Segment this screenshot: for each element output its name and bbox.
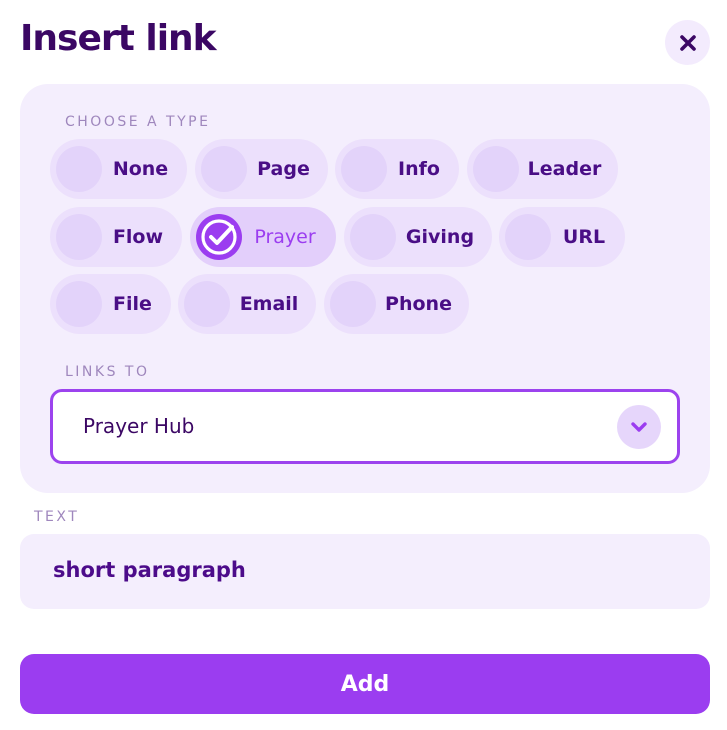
type-option-label: Phone bbox=[385, 293, 452, 315]
radio-icon bbox=[330, 281, 376, 327]
type-option-label: Flow bbox=[112, 226, 164, 248]
type-option-label: URL bbox=[562, 226, 606, 248]
type-option-url[interactable]: URL bbox=[499, 207, 625, 267]
type-option-none[interactable]: None bbox=[50, 139, 187, 199]
radio-icon bbox=[341, 146, 387, 192]
type-option-file[interactable]: File bbox=[50, 274, 171, 334]
close-button[interactable] bbox=[665, 20, 710, 65]
type-option-giving[interactable]: Giving bbox=[344, 207, 492, 267]
close-icon bbox=[679, 34, 696, 51]
type-option-label: Leader bbox=[527, 158, 602, 180]
radio-icon bbox=[56, 214, 102, 260]
dialog-title: Insert link bbox=[20, 18, 217, 59]
type-option-label: Email bbox=[239, 293, 299, 315]
links-to-select[interactable]: Prayer Hub bbox=[50, 389, 680, 464]
type-option-email[interactable]: Email bbox=[178, 274, 316, 334]
links-to-value: Prayer Hub bbox=[83, 414, 195, 438]
type-option-flow[interactable]: Flow bbox=[50, 207, 182, 267]
add-button[interactable]: Add bbox=[20, 654, 710, 714]
type-option-info[interactable]: Info bbox=[335, 139, 459, 199]
type-option-label: Prayer bbox=[254, 226, 316, 248]
type-option-label: Page bbox=[257, 158, 310, 180]
radio-icon bbox=[184, 281, 230, 327]
link-text-input[interactable]: short paragraph bbox=[20, 534, 710, 609]
choose-type-label: CHOOSE A TYPE bbox=[65, 114, 211, 130]
type-option-label: None bbox=[112, 158, 169, 180]
check-circle-icon bbox=[196, 214, 242, 260]
type-option-phone[interactable]: Phone bbox=[324, 274, 469, 334]
radio-icon bbox=[350, 214, 396, 260]
radio-icon bbox=[201, 146, 247, 192]
radio-icon bbox=[56, 146, 102, 192]
chevron-down-icon bbox=[617, 405, 661, 449]
radio-icon bbox=[505, 214, 551, 260]
links-to-label: LINKS TO bbox=[65, 364, 150, 380]
type-option-label: Giving bbox=[405, 226, 475, 248]
text-label: TEXT bbox=[34, 509, 80, 525]
type-option-label: File bbox=[113, 293, 152, 315]
type-option-page[interactable]: Page bbox=[195, 139, 328, 199]
type-option-label: Info bbox=[398, 158, 440, 180]
type-option-prayer[interactable]: Prayer bbox=[190, 207, 336, 267]
radio-icon bbox=[473, 146, 519, 192]
type-option-leader[interactable]: Leader bbox=[467, 139, 618, 199]
radio-icon bbox=[56, 281, 102, 327]
